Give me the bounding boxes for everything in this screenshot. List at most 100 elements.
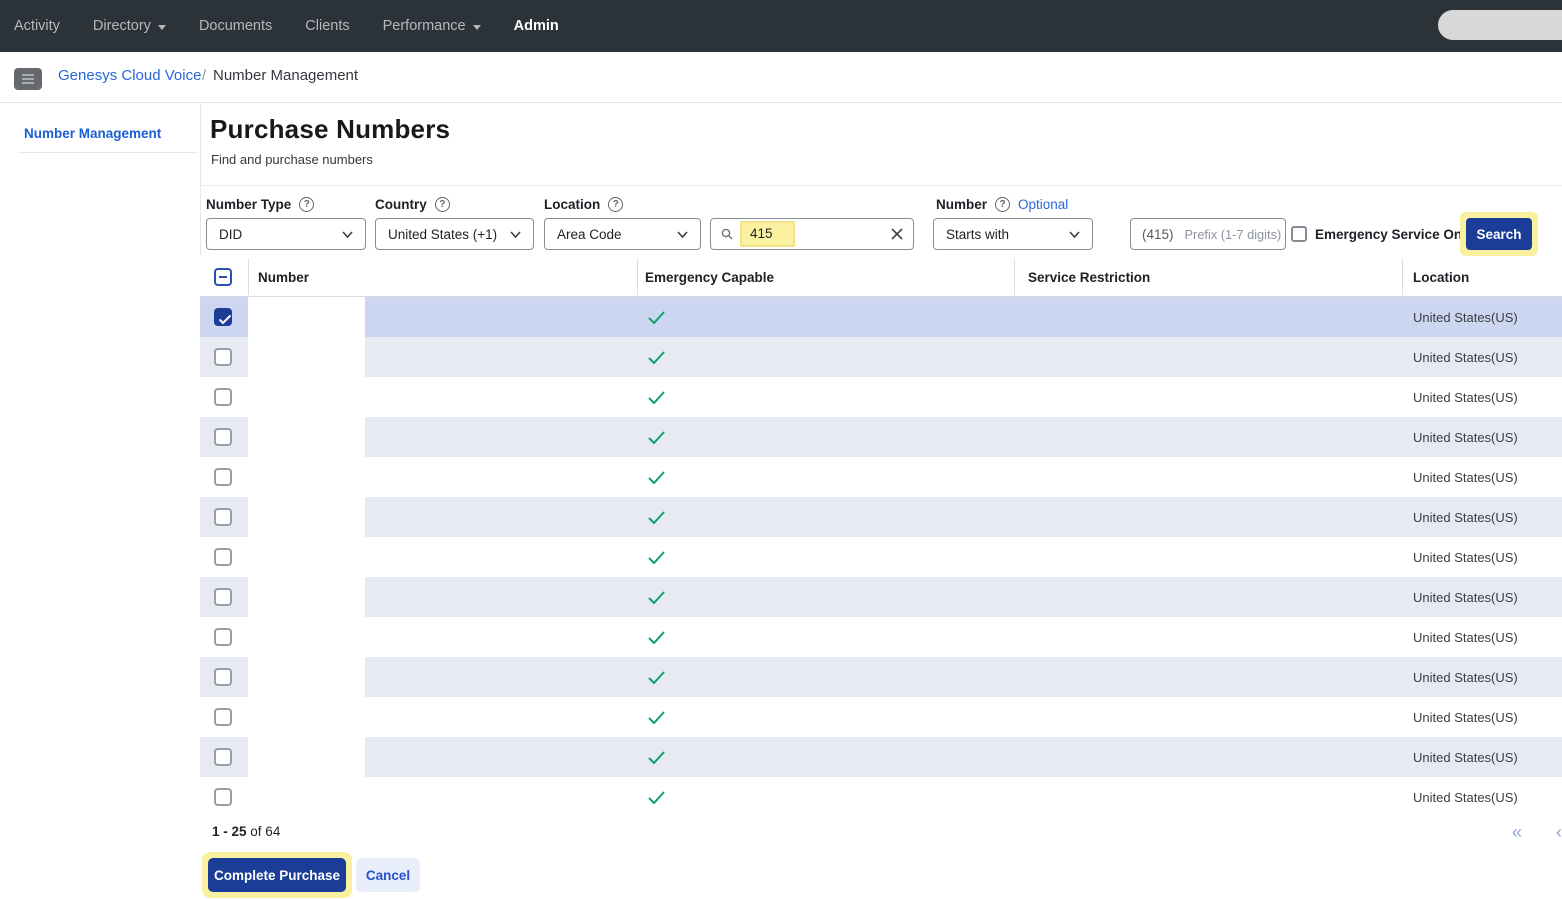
emergency-capable-checkmark-icon — [648, 631, 665, 644]
breadcrumb-link-genesys-cloud-voice[interactable]: Genesys Cloud Voice — [58, 67, 201, 84]
table-row[interactable]: United States(US) — [200, 497, 1562, 537]
number-match-value: Starts with — [946, 227, 1009, 242]
help-icon[interactable]: ? — [299, 197, 314, 212]
chevron-down-icon — [473, 25, 481, 30]
emergency-capable-checkmark-icon — [648, 751, 665, 764]
number-column-redaction — [248, 297, 365, 815]
nav-item-activity[interactable]: Activity — [14, 18, 60, 34]
location-type-select[interactable]: Area Code — [544, 218, 701, 250]
row-checkbox[interactable] — [214, 548, 232, 566]
breadcrumb-separator: / — [202, 67, 206, 84]
table-row[interactable]: United States(US) — [200, 697, 1562, 737]
hamburger-bars — [22, 78, 34, 80]
row-checkbox[interactable] — [214, 508, 232, 526]
clear-icon[interactable] — [891, 228, 903, 240]
number-type-value: DID — [219, 227, 242, 242]
nav-item-performance[interactable]: Performance — [383, 18, 481, 34]
emergency-capable-checkmark-icon — [648, 711, 665, 724]
row-checkbox[interactable] — [214, 588, 232, 606]
row-checkbox[interactable] — [214, 668, 232, 686]
prev-page-icon[interactable]: ‹ — [1556, 822, 1562, 843]
location-cell: United States(US) — [1413, 630, 1518, 645]
global-search-input[interactable] — [1438, 10, 1562, 40]
emergency-capable-checkmark-icon — [648, 431, 665, 444]
nav-item-documents[interactable]: Documents — [199, 18, 272, 34]
table-row[interactable]: United States(US) — [200, 657, 1562, 697]
nav-item-admin[interactable]: Admin — [514, 18, 559, 34]
complete-purchase-highlight: Complete Purchase — [202, 852, 352, 898]
number-type-label: Number Type — [206, 197, 291, 212]
chevron-down-icon — [158, 25, 166, 30]
filter-number: Number ? Optional Starts with — [933, 196, 1068, 212]
row-checkbox[interactable] — [214, 708, 232, 726]
sidebar-item-number-management[interactable]: Number Management — [24, 126, 161, 141]
help-icon[interactable]: ? — [435, 197, 450, 212]
country-value: United States (+1) — [388, 227, 497, 242]
table-row[interactable]: United States(US) — [200, 377, 1562, 417]
help-icon[interactable]: ? — [995, 197, 1010, 212]
filter-country: Country ? United States (+1) — [375, 196, 450, 212]
table-row[interactable]: United States(US) — [200, 617, 1562, 657]
location-cell: United States(US) — [1413, 750, 1518, 765]
nav-item-label: Performance — [383, 18, 466, 34]
pagination-range: 1 - 25 — [212, 824, 247, 839]
chevron-down-icon — [510, 231, 521, 238]
nav-item-label: Activity — [14, 18, 60, 34]
location-cell: United States(US) — [1413, 790, 1518, 805]
content-divider — [200, 103, 201, 256]
number-prefix-input[interactable]: (415) Prefix (1-7 digits) — [1130, 218, 1286, 250]
row-checkbox[interactable] — [214, 748, 232, 766]
area-code-query-highlight: 415 — [740, 221, 795, 247]
column-divider — [1402, 259, 1403, 295]
number-prefix-value: (415) — [1142, 227, 1174, 242]
country-select[interactable]: United States (+1) — [375, 218, 534, 250]
location-cell: United States(US) — [1413, 590, 1518, 605]
nav-item-directory[interactable]: Directory — [93, 18, 166, 34]
row-checkbox[interactable] — [214, 628, 232, 646]
column-divider — [1014, 259, 1015, 295]
area-code-search-input[interactable]: 415 — [710, 218, 914, 250]
page-title: Purchase Numbers — [210, 114, 450, 145]
row-checkbox[interactable] — [214, 788, 232, 806]
emergency-capable-checkmark-icon — [648, 551, 665, 564]
table-row[interactable]: United States(US) — [200, 297, 1562, 337]
table-row[interactable]: United States(US) — [200, 457, 1562, 497]
select-all-checkbox[interactable] — [214, 268, 232, 286]
table-row[interactable]: United States(US) — [200, 537, 1562, 577]
table-row[interactable]: United States(US) — [200, 737, 1562, 777]
row-checkbox[interactable] — [214, 388, 232, 406]
emergency-capable-checkmark-icon — [648, 791, 665, 804]
emergency-capable-checkmark-icon — [648, 511, 665, 524]
cancel-button[interactable]: Cancel — [356, 858, 420, 892]
number-type-select[interactable]: DID — [206, 218, 366, 250]
table-body: United States(US) United States(US) Unit… — [200, 297, 1562, 815]
hamburger-icon[interactable] — [14, 68, 42, 90]
table-row[interactable]: United States(US) — [200, 337, 1562, 377]
breadcrumb: Genesys Cloud Voice / Number Management — [0, 52, 1562, 103]
first-page-icon[interactable]: « — [1512, 822, 1522, 843]
row-checkbox[interactable] — [214, 468, 232, 486]
search-button[interactable]: Search — [1466, 218, 1532, 250]
location-label: Location — [544, 197, 600, 212]
complete-purchase-button[interactable]: Complete Purchase — [208, 858, 346, 892]
column-header-number: Number — [258, 270, 309, 285]
table-row[interactable]: United States(US) — [200, 777, 1562, 815]
table-row[interactable]: United States(US) — [200, 417, 1562, 457]
help-icon[interactable]: ? — [608, 197, 623, 212]
table-row[interactable]: United States(US) — [200, 577, 1562, 617]
emergency-capable-checkmark-icon — [648, 471, 665, 484]
row-checkbox[interactable] — [214, 348, 232, 366]
row-checkbox[interactable] — [214, 428, 232, 446]
emergency-service-only-checkbox[interactable] — [1291, 226, 1307, 242]
chevron-down-icon — [677, 231, 688, 238]
row-checkbox[interactable] — [214, 308, 232, 326]
location-cell: United States(US) — [1413, 670, 1518, 685]
number-match-select[interactable]: Starts with — [933, 218, 1093, 250]
pagination-total: of 64 — [250, 824, 280, 839]
number-optional-link[interactable]: Optional — [1018, 197, 1068, 212]
location-cell: United States(US) — [1413, 550, 1518, 565]
top-nav-items: Activity Directory Documents Clients Per… — [14, 18, 559, 34]
chevron-down-icon — [1069, 231, 1080, 238]
nav-item-clients[interactable]: Clients — [305, 18, 349, 34]
location-cell: United States(US) — [1413, 310, 1518, 325]
